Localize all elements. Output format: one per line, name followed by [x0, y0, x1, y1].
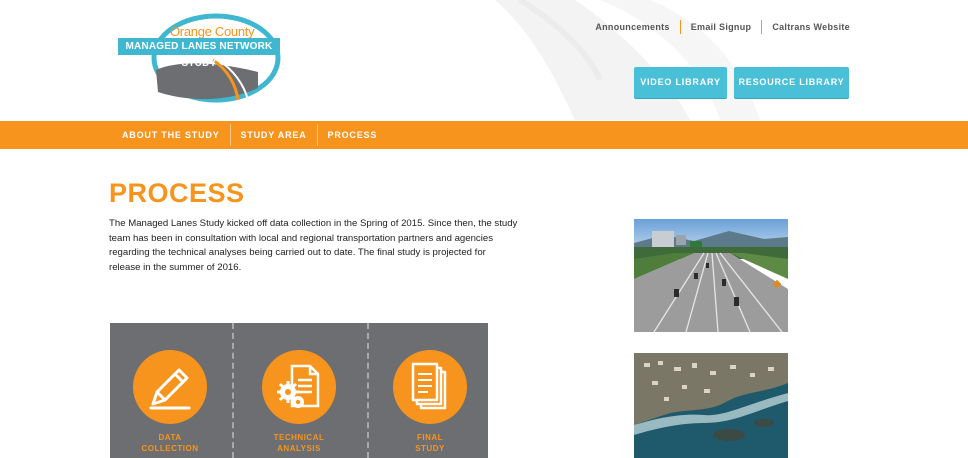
process-step-label: FINAL STUDY	[415, 433, 445, 453]
process-graphic: DATA COLLECTION TECHNICAL ANALYSIS FINAL…	[110, 323, 488, 458]
coastline-photo	[634, 353, 788, 458]
process-step-label: TECHNICAL ANALYSIS	[273, 433, 325, 453]
process-step-technical-analysis: TECHNICAL ANALYSIS	[259, 350, 339, 454]
resource-library-button[interactable]: RESOURCE LIBRARY	[734, 67, 849, 98]
main-nav-bar: ABOUT THE STUDY STUDY AREA PROCESS	[0, 121, 968, 149]
pencil-icon	[133, 350, 207, 424]
process-step-final-study: FINAL STUDY	[390, 350, 470, 454]
process-step-data-collection: DATA COLLECTION	[130, 350, 210, 454]
site-logo[interactable]: Orange County MANAGED LANES NETWORK STUD…	[118, 10, 288, 110]
logo-title-line2: MANAGED LANES NETWORK STUDY	[118, 38, 280, 69]
stacked-documents-icon	[393, 350, 467, 424]
email-signup-link[interactable]: Email Signup	[681, 20, 762, 34]
nav-item-study-area[interactable]: STUDY AREA	[231, 121, 317, 149]
process-divider	[232, 323, 234, 458]
process-divider	[367, 323, 369, 458]
caltrans-website-link[interactable]: Caltrans Website	[762, 20, 850, 34]
intro-paragraph: The Managed Lanes Study kicked off data …	[109, 218, 518, 273]
logo-title-line1: Orange County	[170, 24, 255, 39]
freeway-photo	[634, 219, 788, 332]
process-step-label: DATA COLLECTION	[141, 433, 199, 453]
top-utility-links: Announcements Email Signup Caltrans Webs…	[585, 20, 850, 34]
nav-item-process[interactable]: PROCESS	[318, 121, 388, 149]
video-library-button[interactable]: VIDEO LIBRARY	[634, 67, 727, 98]
gears-document-icon	[262, 350, 336, 424]
nav-item-about-the-study[interactable]: ABOUT THE STUDY	[112, 121, 230, 149]
announcements-link[interactable]: Announcements	[585, 20, 679, 34]
page-title: PROCESS	[109, 178, 245, 208]
